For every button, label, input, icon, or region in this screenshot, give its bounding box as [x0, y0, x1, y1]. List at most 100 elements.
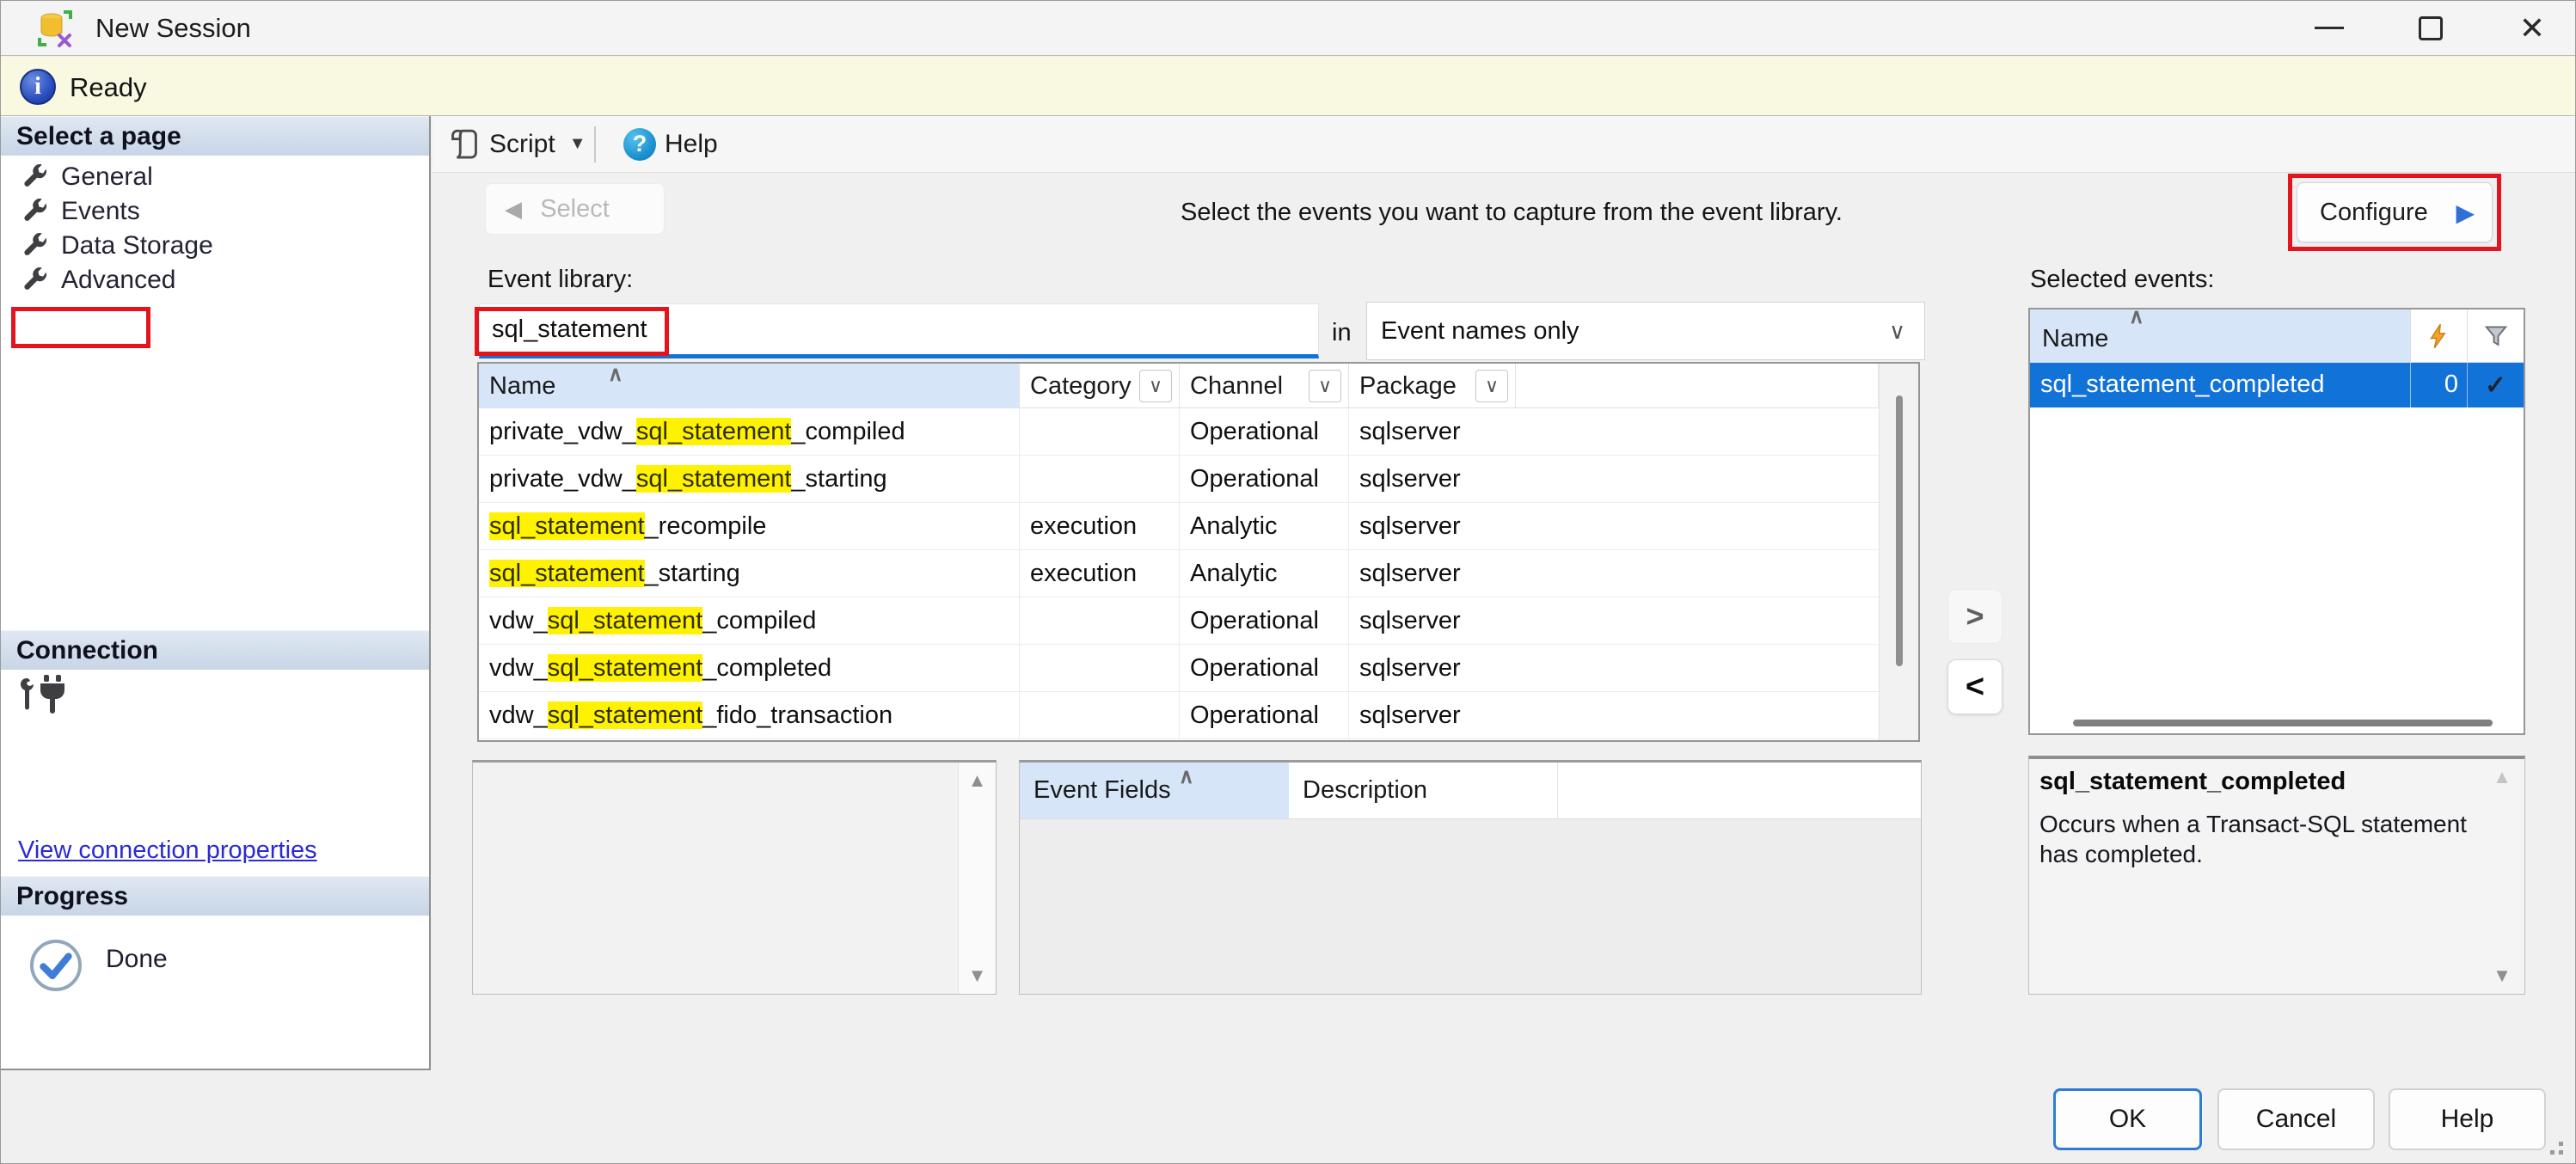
scrollbar-thumb[interactable] — [1896, 395, 1903, 666]
library-vertical-scrollbar[interactable] — [1879, 364, 1918, 740]
detail-panel-scrollbar[interactable]: ▲ ▼ — [958, 763, 996, 994]
selected-name-column-header[interactable]: ∧ Name — [2030, 309, 2410, 362]
selected-event-name: sql_statement_completed — [2030, 363, 2410, 407]
minimize-button[interactable] — [2290, 1, 2369, 55]
column-header-category[interactable]: Category ∨ — [1020, 364, 1180, 408]
sidebar-item-events[interactable]: Events — [20, 193, 140, 230]
package-column-label: Package — [1359, 372, 1457, 400]
column-header-description[interactable]: Description — [1289, 763, 1558, 818]
script-dropdown-icon: ▼ — [569, 134, 586, 154]
help-toolbar-button[interactable]: ? Help — [623, 116, 718, 172]
configure-button[interactable]: Configure ▶ — [2297, 182, 2493, 242]
library-event-row[interactable]: private_vdw_sql_statement_startingOperat… — [479, 456, 1918, 503]
event-name-cell: vdw_sql_statement_compiled — [479, 597, 1020, 645]
maximize-button[interactable] — [2391, 1, 2470, 55]
category-filter-dropdown[interactable]: ∨ — [1139, 370, 1172, 402]
event-fields-column-label: Event Fields — [1033, 776, 1171, 804]
minimize-icon — [2315, 27, 2344, 29]
column-header-channel[interactable]: Channel ∨ — [1180, 364, 1349, 408]
event-category-cell — [1020, 597, 1180, 645]
scroll-up-icon[interactable]: ▲ — [2483, 766, 2521, 788]
channel-filter-dropdown[interactable]: ∨ — [1309, 370, 1341, 402]
cancel-button[interactable]: Cancel — [2217, 1088, 2375, 1150]
event-channel-cell: Analytic — [1180, 503, 1349, 550]
connection-header: Connection — [1, 630, 429, 670]
wrench-icon — [20, 231, 49, 260]
event-package-cell: sqlserver — [1349, 408, 1516, 456]
event-category-cell — [1020, 692, 1180, 739]
sidebar: Select a page General Events Data StorageA… — [1, 116, 431, 1070]
script-icon — [448, 128, 481, 161]
search-scope-dropdown[interactable]: Event names only ∨ — [1366, 302, 1925, 360]
scope-value: Event names only — [1381, 317, 1579, 346]
new-session-dialog: New Session ✕ i Ready Select a page Gene… — [0, 0, 2576, 1164]
sidebar-item-data-storage[interactable]: Data Storage — [20, 228, 213, 264]
resize-grip[interactable] — [2541, 1132, 2563, 1155]
connection-icon — [18, 673, 71, 718]
add-event-button[interactable]: > — [1947, 589, 2003, 644]
remove-event-button[interactable]: < — [1947, 659, 2003, 714]
select-back-button[interactable]: ◀ Select — [485, 183, 665, 235]
search-highlight: sql_statement — [489, 512, 645, 540]
sidebar-item-label: Events — [61, 197, 140, 226]
event-library-label: Event library: — [488, 266, 633, 294]
library-event-row[interactable]: sql_statement_recompileexecutionAnalytic… — [479, 503, 1918, 550]
sidebar-item-label: Data Storage — [61, 231, 213, 260]
package-filter-dropdown[interactable]: ∨ — [1475, 370, 1508, 402]
sidebar-item-advanced[interactable]: Advanced — [20, 262, 175, 298]
library-event-row[interactable]: sql_statement_startingexecutionAnalytics… — [479, 550, 1918, 597]
description-body: Occurs when a Transact-SQL statement has… — [2039, 809, 2474, 869]
library-event-row[interactable]: vdw_sql_statement_fido_transactionOperat… — [479, 692, 1918, 739]
select-a-page-header: Select a page — [1, 116, 429, 156]
selected-event-row[interactable]: sql_statement_completed 0 ✓ — [2030, 363, 2524, 407]
wrench-icon — [20, 162, 49, 192]
close-button[interactable]: ✕ — [2493, 1, 2572, 55]
selected-events-label: Selected events: — [2030, 266, 2214, 294]
progress-status: Done — [106, 945, 168, 974]
help-button[interactable]: Help — [2389, 1088, 2546, 1150]
move-right-icon: > — [1966, 598, 1984, 634]
event-description-panel: sql_statement_completed Occurs when a Tr… — [2028, 756, 2525, 995]
column-header-name[interactable]: ∧ Name — [479, 364, 1020, 408]
sort-asc-icon: ∧ — [2129, 304, 2144, 329]
sidebar-item-general[interactable]: General — [20, 159, 153, 195]
title-bar: New Session ✕ — [1, 1, 2575, 56]
column-header-package[interactable]: Package ∨ — [1349, 364, 1516, 408]
chevron-down-icon: ∨ — [1149, 375, 1162, 397]
chevron-down-icon: ∨ — [1318, 375, 1332, 397]
column-header-event-fields[interactable]: ∧ Event Fields — [1020, 763, 1289, 818]
sidebar-item-label: General — [61, 162, 153, 192]
event-name-cell: private_vdw_sql_statement_starting — [479, 456, 1020, 503]
check-icon: ✓ — [2485, 371, 2506, 401]
script-button[interactable]: Script ▼ — [448, 116, 586, 172]
actions-column-header[interactable] — [2410, 309, 2467, 362]
maximize-icon — [2419, 16, 2443, 40]
selected-event-action-count: 0 — [2410, 363, 2467, 407]
scroll-down-icon[interactable]: ▼ — [959, 965, 996, 987]
channel-column-label: Channel — [1190, 372, 1283, 400]
event-name-cell: vdw_sql_statement_fido_transaction — [479, 692, 1020, 739]
library-event-row[interactable]: vdw_sql_statement_compiledOperationalsql… — [479, 597, 1918, 645]
event-name-cell: private_vdw_sql_statement_compiled — [479, 408, 1020, 456]
filter-column-header[interactable] — [2467, 309, 2524, 362]
view-connection-properties-link[interactable]: View connection properties — [18, 836, 317, 865]
event-channel-cell: Operational — [1180, 645, 1349, 692]
event-name-cell: vdw_sql_statement_completed — [479, 645, 1020, 692]
library-event-row[interactable]: vdw_sql_statement_completedOperationalsq… — [479, 645, 1918, 692]
instruction-text: Select the events you want to capture fr… — [1181, 199, 1843, 227]
scroll-down-icon[interactable]: ▼ — [2483, 965, 2521, 987]
event-category-cell: execution — [1020, 550, 1180, 597]
event-category-cell — [1020, 645, 1180, 692]
event-package-cell: sqlserver — [1349, 456, 1516, 503]
search-highlight: sql_statement — [636, 418, 792, 445]
description-scrollbar[interactable]: ▲ ▼ — [2483, 759, 2521, 994]
back-icon: ◀ — [505, 196, 522, 223]
ok-button[interactable]: OK — [2053, 1088, 2202, 1150]
library-event-row[interactable]: private_vdw_sql_statement_compiledOperat… — [479, 408, 1918, 456]
description-column-label: Description — [1303, 776, 1427, 804]
wrench-icon — [20, 266, 49, 295]
event-library-search-input[interactable]: sql_statement — [479, 303, 1319, 358]
status-text: Ready — [70, 72, 147, 103]
selected-horizontal-scrollbar[interactable] — [2073, 720, 2493, 726]
scroll-up-icon[interactable]: ▲ — [959, 769, 996, 792]
